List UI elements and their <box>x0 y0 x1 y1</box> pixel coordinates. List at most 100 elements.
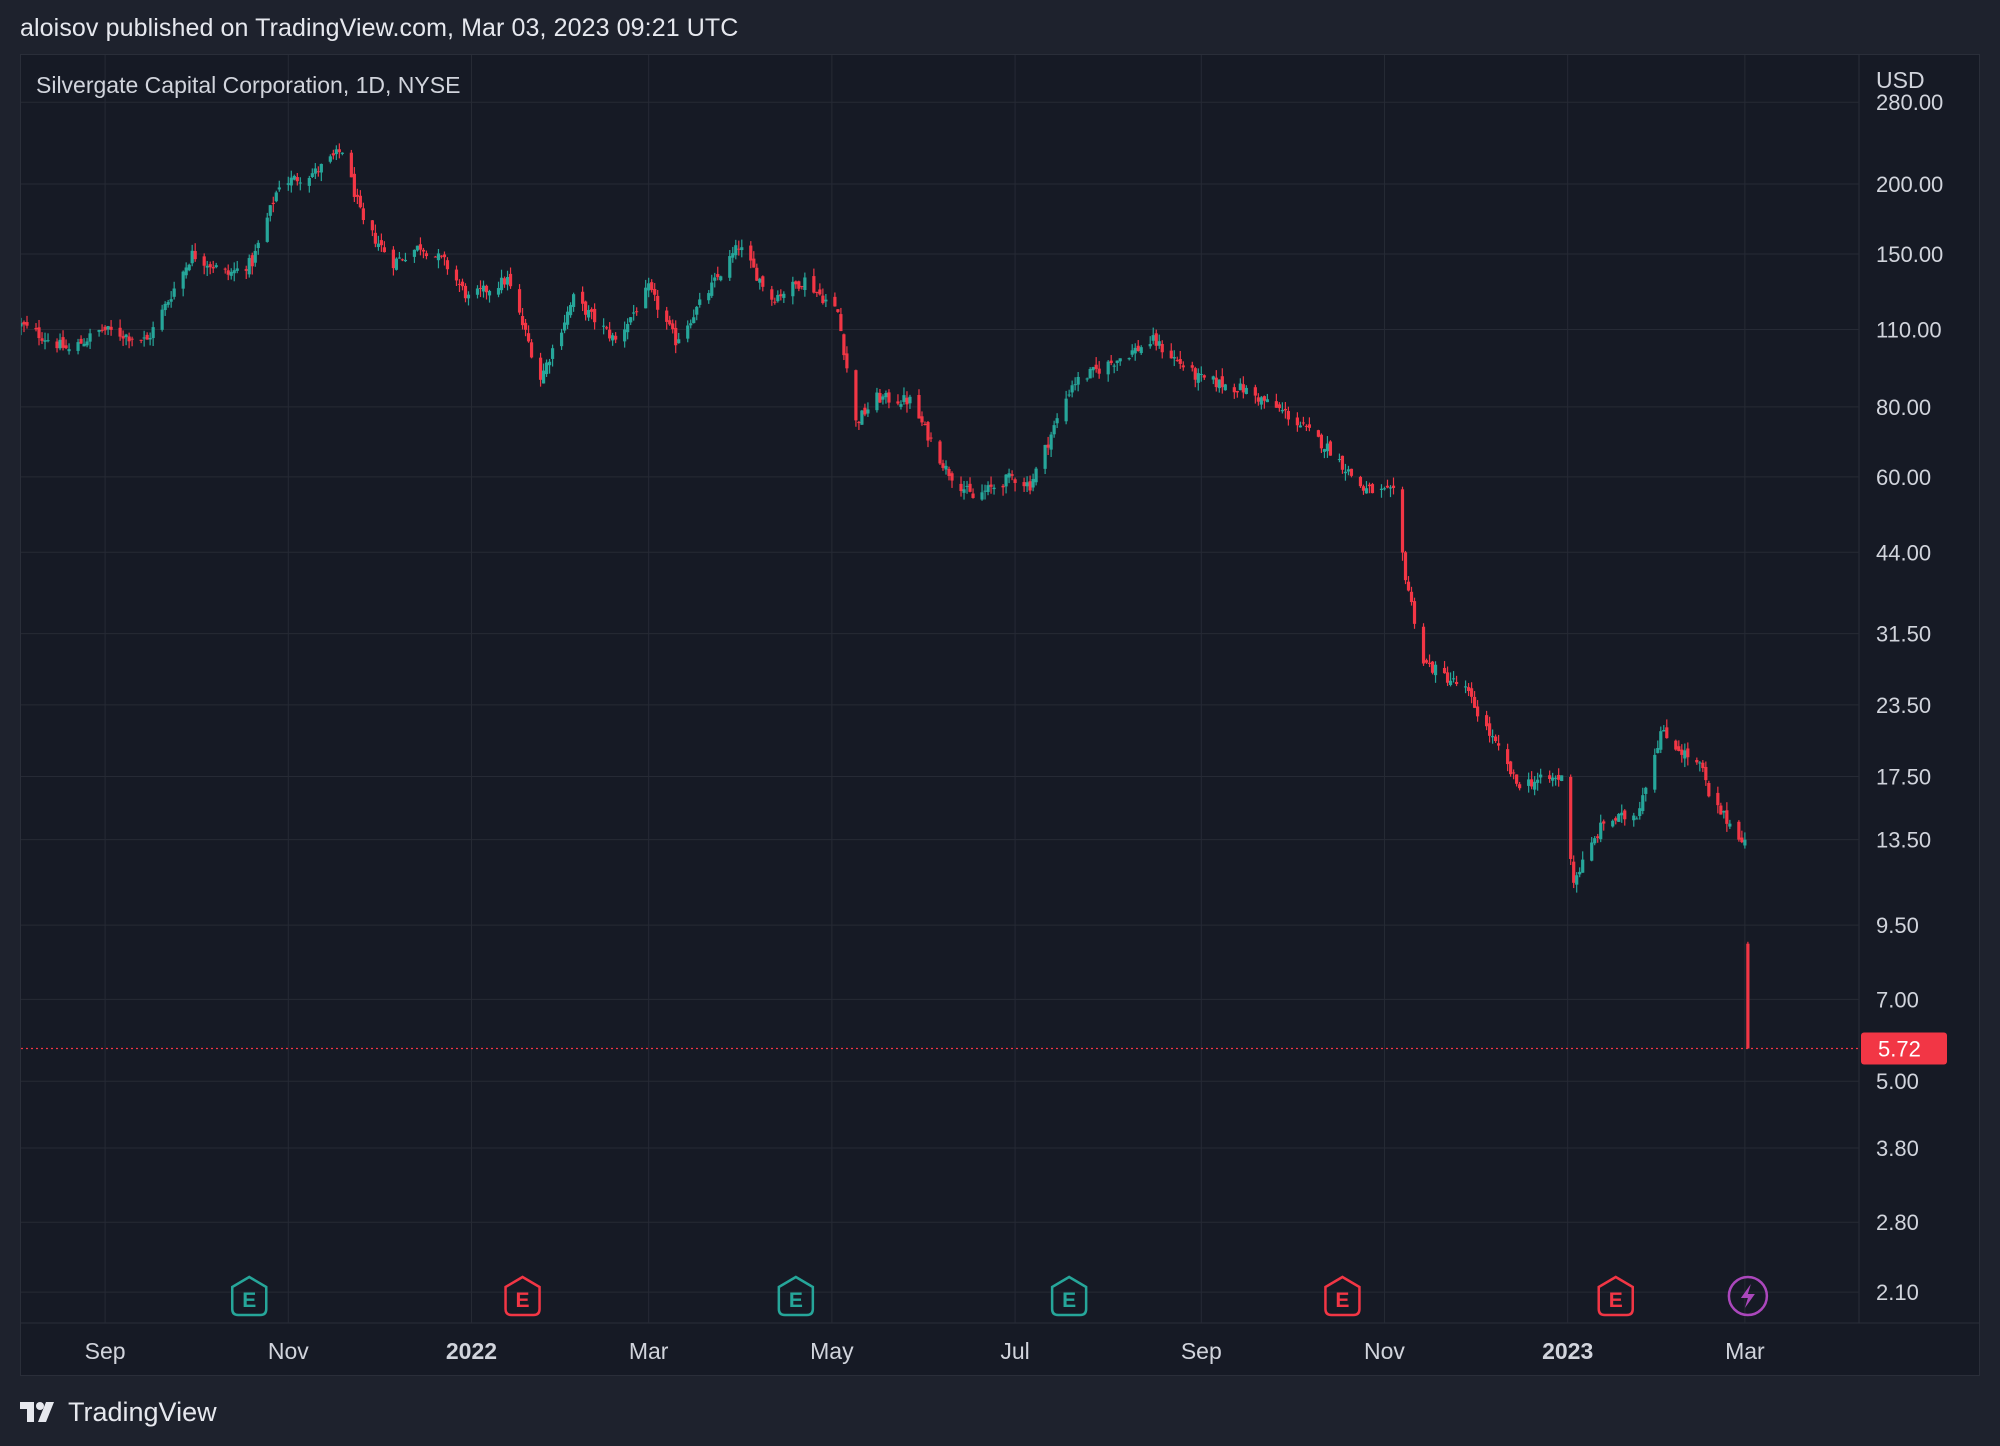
earnings-event-marker[interactable]: E <box>1597 1275 1634 1317</box>
candle-body <box>854 370 858 421</box>
candle-body <box>968 483 972 492</box>
candle-body <box>64 345 68 349</box>
candle-body <box>331 153 335 156</box>
candle-body <box>1319 434 1324 449</box>
earnings-badge-letter: E <box>516 1289 530 1312</box>
y-tick-label: 31.50 <box>1876 622 1931 647</box>
candle-body <box>635 311 639 313</box>
candle-body <box>1274 401 1278 408</box>
candle-body <box>271 202 275 205</box>
candle-body <box>187 264 191 271</box>
candle-body <box>1067 394 1071 396</box>
candle-body <box>1683 750 1687 759</box>
candle-body <box>980 492 984 500</box>
chart-panel[interactable]: 5.72 280.00 200.00 150.00 110.00 80.00 60.00 4… <box>20 54 1980 1376</box>
candle-body <box>232 270 236 274</box>
candle-body <box>1590 842 1594 861</box>
chart-title: Silvergate Capital Corporation, 1D, NYSE <box>36 72 460 98</box>
earnings-event-marker[interactable]: E <box>1324 1275 1361 1317</box>
y-tick-label: 17.50 <box>1876 765 1931 790</box>
y-tick-label: 13.50 <box>1876 828 1931 853</box>
candle-body <box>1680 749 1684 755</box>
volatility-event-marker[interactable] <box>1727 1275 1769 1317</box>
candle-body <box>316 171 320 173</box>
tradingview-logo[interactable]: TradingView <box>20 1394 217 1430</box>
candle-body <box>340 152 344 154</box>
candle-body <box>1139 347 1143 354</box>
candle-body <box>1169 350 1173 359</box>
candle-body <box>590 309 594 312</box>
candle-body <box>298 182 302 184</box>
candle-body <box>286 183 290 185</box>
candle-body <box>1448 680 1453 685</box>
candle-body <box>523 322 528 330</box>
candle-body <box>277 187 281 190</box>
candle-body <box>1295 417 1299 426</box>
candle-body <box>1698 762 1702 764</box>
event-markers[interactable]: EEEEEE <box>230 1275 1769 1317</box>
candle-body <box>587 310 591 318</box>
candle-body <box>1560 775 1564 781</box>
candle-body <box>145 334 149 340</box>
candlestick-chart[interactable]: 5.72 280.00 200.00 150.00 110.00 80.00 60.00 4… <box>21 55 1979 1375</box>
candle-body <box>1127 358 1131 360</box>
candle-body <box>1136 345 1140 352</box>
candle-body <box>1358 476 1363 487</box>
earnings-badge-letter: E <box>1609 1289 1623 1312</box>
candle-body <box>581 291 585 304</box>
price-axis[interactable]: 280.00 200.00 150.00 110.00 80.00 60.00 44.00 3… <box>1876 90 1943 1305</box>
candle-body <box>1130 350 1134 355</box>
candle-body <box>1406 581 1411 591</box>
candle-body <box>163 303 167 311</box>
candle-body <box>1025 482 1029 487</box>
candle-body <box>1322 449 1327 452</box>
time-axis[interactable]: Sep Nov 2022 Mar May Jul Sep Nov 2023 Mar <box>85 1338 1765 1364</box>
candle-body <box>761 276 765 287</box>
earnings-event-marker[interactable]: E <box>777 1275 815 1317</box>
candle-body <box>572 294 576 307</box>
candle-body <box>623 329 627 342</box>
lightning-icon <box>1740 1284 1755 1308</box>
candle-body <box>1665 727 1669 739</box>
candle-body <box>1509 761 1513 775</box>
candle-body <box>776 294 780 302</box>
candle-body <box>1298 425 1302 428</box>
candle-body <box>1527 779 1531 786</box>
earnings-badge-letter: E <box>1335 1289 1349 1312</box>
candle-body <box>902 395 906 402</box>
candle-body <box>25 322 29 326</box>
candle-body <box>544 362 549 375</box>
candle-body <box>142 337 146 339</box>
candle-body <box>169 299 173 302</box>
earnings-event-marker[interactable]: E <box>230 1275 268 1317</box>
candle-body <box>1340 455 1345 470</box>
candle-body <box>674 327 678 346</box>
candle-body <box>710 282 714 296</box>
candle-body <box>319 163 323 173</box>
earnings-event-marker[interactable]: E <box>1050 1275 1088 1317</box>
candle-body <box>584 301 588 315</box>
candle-body <box>1539 774 1543 778</box>
candle-body <box>22 321 26 325</box>
candle-body <box>689 323 693 326</box>
candle-body <box>289 177 293 186</box>
candle-body <box>1199 373 1203 375</box>
candle-body <box>1518 784 1522 789</box>
candle-body <box>1617 813 1621 822</box>
candle-body <box>1662 730 1666 732</box>
earnings-event-marker[interactable]: E <box>504 1275 541 1317</box>
candle-body <box>265 217 269 242</box>
candle-body <box>76 342 80 351</box>
candle-body <box>379 240 383 246</box>
candle-body <box>1572 861 1576 883</box>
candle-body <box>1746 943 1750 1049</box>
candle-body <box>1349 468 1354 476</box>
candle-body <box>484 285 489 293</box>
candle-body <box>938 441 942 464</box>
candle-body <box>121 336 125 339</box>
candle-body <box>1115 360 1119 363</box>
candle-body <box>361 208 365 221</box>
candle-body <box>887 392 891 403</box>
candle-body <box>211 266 215 269</box>
candle-body <box>109 326 113 330</box>
